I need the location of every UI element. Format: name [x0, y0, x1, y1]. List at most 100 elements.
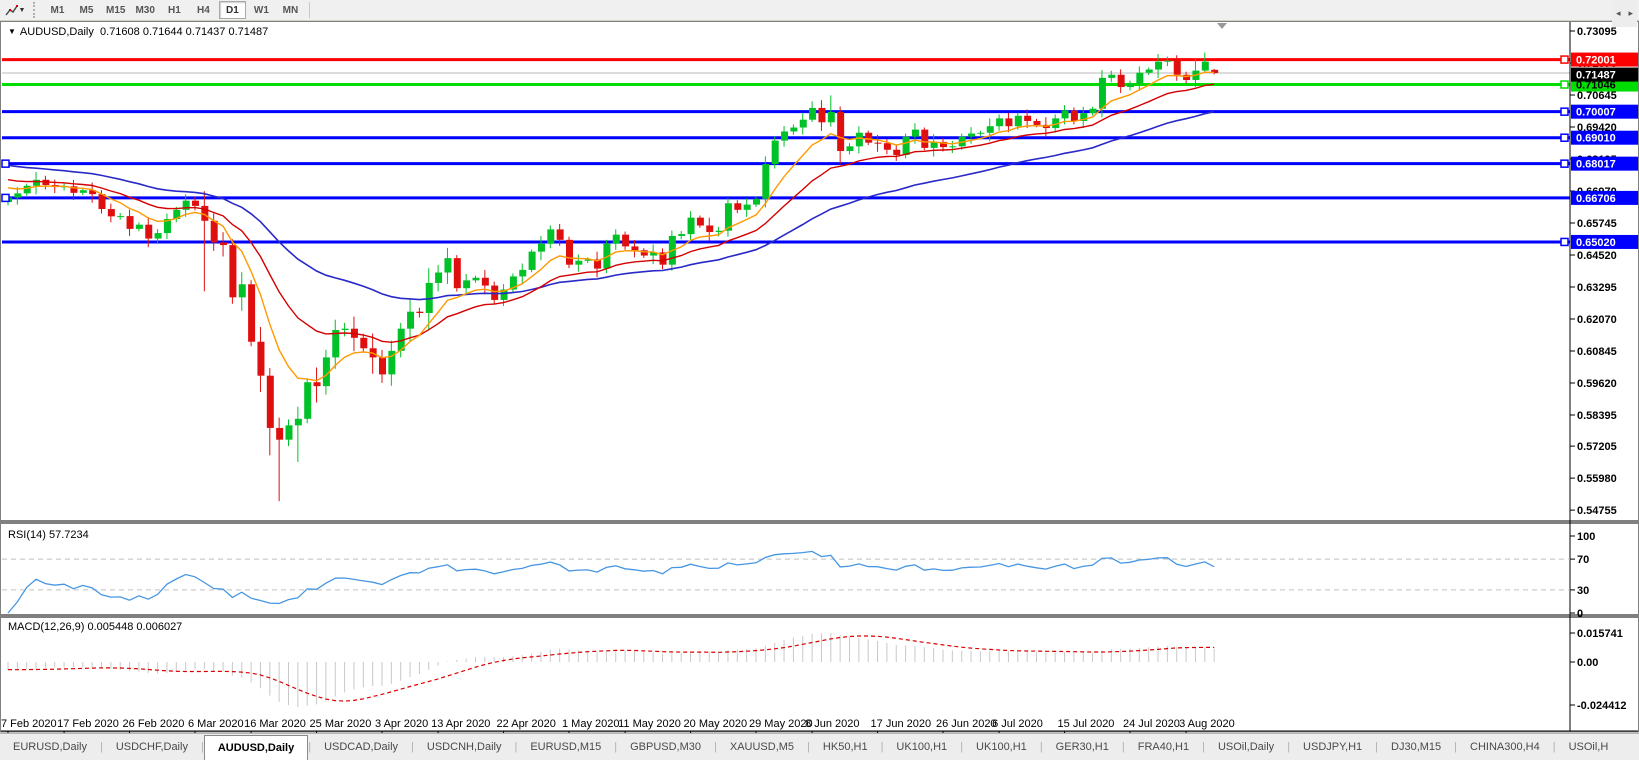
candle-body — [1127, 84, 1134, 87]
candle-body — [239, 284, 246, 297]
candle-body — [136, 225, 143, 229]
candle-body — [688, 218, 695, 234]
chart-tab-eurusd-daily[interactable]: EURUSD,Daily — [0, 734, 100, 760]
price-tag-0.68017-text: 0.68017 — [1576, 159, 1616, 171]
date-label: 6 Jul 2020 — [992, 718, 1043, 730]
candle-body — [622, 235, 629, 247]
line-handle[interactable] — [1561, 238, 1568, 245]
chart-tab-eurusd-m15[interactable]: EURUSD,M15 — [517, 734, 614, 760]
date-label: 8 Jun 2020 — [805, 718, 859, 730]
line-handle[interactable] — [2, 194, 9, 201]
candle-body — [678, 234, 685, 236]
candle-body — [949, 146, 956, 147]
symbol-dropdown-icon[interactable]: ▼ — [8, 27, 16, 36]
date-label: 6 Mar 2020 — [188, 718, 244, 730]
chart-tab-gbpusd-m30[interactable]: GBPUSD,M30 — [617, 734, 714, 760]
chart-header: ▼AUDUSD,Daily 0.71608 0.71644 0.71437 0.… — [8, 26, 268, 38]
chart-ohlc-values: 0.71608 0.71644 0.71437 0.71487 — [100, 26, 268, 38]
candle-body — [847, 146, 854, 151]
candle-body — [575, 261, 582, 265]
price-tick-label: 0.65745 — [1577, 218, 1617, 230]
candle-body — [809, 108, 816, 120]
timeframe-button-h4[interactable]: H4 — [190, 1, 217, 19]
chart-cursor-icon — [5, 4, 18, 17]
candle-body — [99, 194, 106, 209]
chart-tab-xauusd-m5[interactable]: XAUUSD,M5 — [717, 734, 807, 760]
candle-body — [781, 131, 788, 140]
price-tag-0.69010-text: 0.69010 — [1576, 133, 1616, 145]
line-handle[interactable] — [1561, 56, 1568, 63]
chart-tab-usdchf-daily[interactable]: USDCHF,Daily — [103, 734, 201, 760]
chart-tab-usdcnh-daily[interactable]: USDCNH,Daily — [414, 734, 515, 760]
chart-tab-uk100-h1[interactable]: UK100,H1 — [883, 734, 960, 760]
candle-body — [987, 126, 994, 133]
candle-body — [286, 425, 293, 439]
chart-tabs-bar: EURUSD,Daily|USDCHF,Daily|AUDUSD,Daily|U… — [0, 733, 1639, 760]
candle-body — [828, 112, 835, 122]
candle-body — [304, 382, 311, 419]
candle-body — [977, 133, 984, 134]
candle-body — [1024, 116, 1031, 121]
candle-body — [1155, 62, 1162, 70]
candle-body — [211, 221, 218, 243]
candle-body — [229, 245, 236, 297]
line-handle[interactable] — [1561, 134, 1568, 141]
timeframe-button-m15[interactable]: M15 — [102, 1, 129, 19]
toolbar-drag-handle[interactable] — [33, 2, 40, 18]
candle-body — [295, 419, 302, 426]
crosshair-tool-button[interactable]: ▼ — [0, 1, 30, 20]
chart-tab-ger30-h1[interactable]: GER30,H1 — [1043, 734, 1122, 760]
candle-body — [1015, 116, 1022, 126]
chart-tab-fra40-h1[interactable]: FRA40,H1 — [1125, 734, 1202, 760]
candle-body — [416, 312, 423, 313]
line-handle[interactable] — [1561, 160, 1568, 167]
timeframe-button-m30[interactable]: M30 — [131, 1, 158, 19]
chart-tab-usoil-daily[interactable]: USOil,Daily — [1205, 734, 1287, 760]
chart-tab-uk100-h1[interactable]: UK100,H1 — [963, 734, 1040, 760]
candle-body — [800, 120, 807, 128]
candle-body — [192, 201, 199, 206]
tab-scroll-right-icon[interactable]: ▸ — [1628, 8, 1633, 19]
candle-body — [529, 252, 536, 270]
chart-tab-usdcad-daily[interactable]: USDCAD,Daily — [311, 734, 411, 760]
date-label: 11 May 2020 — [618, 718, 681, 730]
timeframe-button-m1[interactable]: M1 — [44, 1, 71, 19]
chart-tab-usoil-h[interactable]: USOil,H — [1556, 734, 1622, 760]
timeframe-button-m5[interactable]: M5 — [73, 1, 100, 19]
candle-body — [856, 133, 863, 147]
candle-body — [968, 134, 975, 137]
timeframe-button-mn[interactable]: MN — [277, 1, 304, 19]
rsi-current-value: 57.7234 — [49, 529, 89, 541]
candle-body — [519, 270, 526, 277]
candle-body — [473, 278, 480, 281]
price-tick-label: 0.73095 — [1577, 26, 1617, 38]
candle-body — [14, 193, 21, 197]
candle-body — [80, 190, 87, 193]
chart-tab-dj30-m15[interactable]: DJ30,M15 — [1378, 734, 1454, 760]
chart-tab-hk50-h1[interactable]: HK50,H1 — [810, 734, 881, 760]
dropdown-caret-icon[interactable]: ▼ — [19, 7, 26, 14]
rsi-name: RSI(14) — [8, 529, 46, 541]
candle-body — [1136, 73, 1143, 84]
price-tick-label: 0.70645 — [1577, 90, 1617, 102]
candle-body — [257, 342, 264, 376]
candle-body — [566, 240, 573, 265]
timeframe-button-h1[interactable]: H1 — [161, 1, 188, 19]
chart-tab-audusd-daily[interactable]: AUDUSD,Daily — [204, 735, 308, 760]
macd-scale-label: -0.024412 — [1577, 700, 1627, 712]
line-handle[interactable] — [2, 160, 9, 167]
date-label: 3 Apr 2020 — [375, 718, 428, 730]
tab-scroll-left-icon[interactable]: ◂ — [1616, 8, 1621, 19]
date-label: 1 May 2020 — [562, 718, 619, 730]
line-handle[interactable] — [1561, 108, 1568, 115]
timeframe-button-w1[interactable]: W1 — [248, 1, 275, 19]
candle-body — [108, 209, 115, 216]
chart-canvas[interactable]: 0.730950.718700.706450.694200.681950.669… — [0, 0, 1639, 760]
date-label: 7 Feb 2020 — [1, 718, 57, 730]
candle-body — [744, 205, 751, 210]
timeframe-button-d1[interactable]: D1 — [219, 1, 246, 19]
line-handle[interactable] — [1561, 81, 1568, 88]
chart-tab-usdjpy-h1[interactable]: USDJPY,H1 — [1290, 734, 1375, 760]
chart-tab-china300-h4[interactable]: CHINA300,H4 — [1457, 734, 1553, 760]
date-label: 15 Jul 2020 — [1058, 718, 1115, 730]
